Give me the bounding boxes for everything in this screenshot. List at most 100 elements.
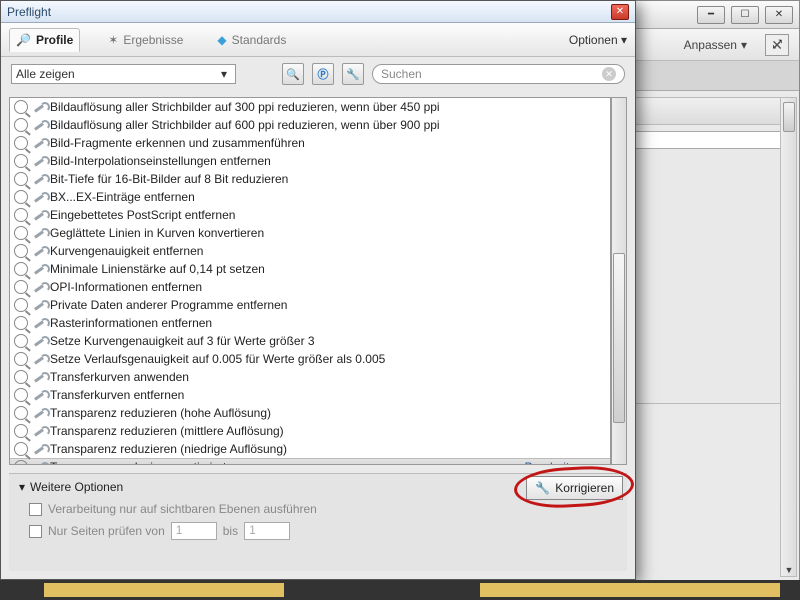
options-menu[interactable]: Optionen ▾ bbox=[569, 33, 627, 47]
visible-layers-label: Verarbeitung nur auf sichtbaren Ebenen a… bbox=[48, 502, 317, 516]
checkbox-page-range[interactable] bbox=[29, 525, 42, 538]
list-item-label: Transparenz reduzieren (niedrige Auflösu… bbox=[50, 442, 287, 456]
list-item[interactable]: Transferkurven entfernen bbox=[10, 386, 610, 404]
chevron-down-icon[interactable]: ▾ bbox=[597, 460, 606, 465]
results-icon: ✶ bbox=[108, 33, 118, 47]
list-item[interactable]: Minimale Linienstärke auf 0,14 pt setzen bbox=[10, 260, 610, 278]
magnifier-icon bbox=[14, 172, 28, 186]
chevron-down-icon: ▾ bbox=[621, 33, 627, 47]
close-button[interactable]: ✕ bbox=[765, 6, 793, 24]
list-item-label: Geglättete Linien in Kurven konvertieren bbox=[50, 226, 264, 240]
list-item[interactable]: Transparenz reduzieren (hohe Auflösung) bbox=[10, 404, 610, 422]
list-item[interactable]: Geglättete Linien in Kurven konvertieren bbox=[10, 224, 610, 242]
list-item[interactable]: Transferkurven anwenden bbox=[10, 368, 610, 386]
tab-profile[interactable]: 🔎Profile bbox=[9, 28, 80, 52]
customize-label: Anpassen bbox=[684, 38, 737, 52]
wrench-icon bbox=[32, 352, 46, 366]
search-input[interactable]: Suchen ✕ bbox=[372, 64, 625, 84]
magnifier-icon bbox=[14, 208, 28, 222]
magnifier-icon bbox=[14, 226, 28, 240]
customize-menu[interactable]: Anpassen ▾ bbox=[674, 35, 757, 55]
korrigieren-button[interactable]: 🔧 Korrigieren bbox=[526, 476, 623, 500]
magnifier-icon bbox=[14, 442, 28, 456]
list-item[interactable]: Bildauflösung aller Strichbilder auf 300… bbox=[10, 98, 610, 116]
tab-profile-label: Profile bbox=[36, 33, 73, 47]
wrench-icon: 🔧 bbox=[535, 481, 550, 495]
wrench-icon bbox=[32, 298, 46, 312]
list-scrollbar[interactable] bbox=[611, 97, 627, 465]
panel-close-icon[interactable]: ✕ bbox=[761, 33, 793, 58]
list-item-label: Kurvengenauigkeit entfernen bbox=[50, 244, 203, 258]
show-filter-dropdown[interactable]: Alle zeigen ▾ bbox=[11, 64, 236, 84]
magnifier-icon bbox=[14, 136, 28, 150]
list-item-label: Transferkurven anwenden bbox=[50, 370, 189, 384]
clear-search-icon[interactable]: ✕ bbox=[602, 67, 616, 81]
toolbar-btn-1[interactable]: 🔍 bbox=[282, 63, 304, 85]
preflight-dialog: Preflight ✕ 🔎Profile ✶Ergebnisse ◆Standa… bbox=[0, 0, 636, 580]
minimize-button[interactable]: ━ bbox=[697, 6, 725, 24]
page-range-option[interactable]: Nur Seiten prüfen von 1 bis 1 bbox=[29, 522, 617, 540]
checkbox-visible-layers[interactable] bbox=[29, 503, 42, 516]
dialog-close-button[interactable]: ✕ bbox=[611, 4, 629, 20]
list-item-label: BX...EX-Einträge entfernen bbox=[50, 190, 195, 204]
list-item[interactable]: Bit-Tiefe für 16-Bit-Bilder auf 8 Bit re… bbox=[10, 170, 610, 188]
scroll-thumb[interactable] bbox=[613, 253, 625, 423]
list-item[interactable]: Transparenz reduzieren (niedrige Auflösu… bbox=[10, 440, 610, 458]
bg-scroll-thumb[interactable] bbox=[783, 102, 795, 132]
page-from-input[interactable]: 1 bbox=[171, 522, 217, 540]
list-item-selected[interactable]: Transparenz reduzieren optimiertBearbeit… bbox=[10, 458, 610, 465]
list-item[interactable]: Setze Verlaufsgenauigkeit auf 0.005 für … bbox=[10, 350, 610, 368]
magnifier-icon bbox=[14, 370, 28, 384]
magnifier-icon bbox=[14, 388, 28, 402]
list-item[interactable]: Eingebettetes PostScript entfernen bbox=[10, 206, 610, 224]
bg-scrollbar[interactable]: ▲ ▼ bbox=[780, 97, 797, 577]
magnifier-icon bbox=[14, 100, 28, 114]
weitere-optionen-label: Weitere Optionen bbox=[30, 480, 123, 494]
wrench-icon bbox=[32, 118, 46, 132]
list-item-label: Setze Kurvengenauigkeit auf 3 für Werte … bbox=[50, 334, 315, 348]
korrigieren-label: Korrigieren bbox=[555, 481, 614, 495]
wrench-icon bbox=[32, 388, 46, 402]
tab-standards-label: Standards bbox=[232, 33, 287, 47]
list-item[interactable]: Private Daten anderer Programme entferne… bbox=[10, 296, 610, 314]
toolbar-btn-3[interactable]: 🔧 bbox=[342, 63, 364, 85]
list-item-label: Setze Verlaufsgenauigkeit auf 0.005 für … bbox=[50, 352, 385, 366]
chevron-down-icon: ▾ bbox=[19, 480, 25, 494]
list-item[interactable]: BX...EX-Einträge entfernen bbox=[10, 188, 610, 206]
maximize-button[interactable]: ☐ bbox=[731, 6, 759, 24]
wrench-icon bbox=[32, 460, 46, 465]
list-item-label: Transparenz reduzieren (hohe Auflösung) bbox=[50, 406, 271, 420]
list-item[interactable]: Bild-Interpolationseinstellungen entfern… bbox=[10, 152, 610, 170]
list-item[interactable]: Kurvengenauigkeit entfernen bbox=[10, 242, 610, 260]
magnifier-icon bbox=[14, 118, 28, 132]
page-to-input[interactable]: 1 bbox=[244, 522, 290, 540]
wrench-icon bbox=[32, 154, 46, 168]
toolbar-btn-2[interactable]: Ⓟ bbox=[312, 63, 334, 85]
list-item[interactable]: Transparenz reduzieren (mittlere Auflösu… bbox=[10, 422, 610, 440]
edit-link[interactable]: Bearbeiten... bbox=[525, 460, 593, 465]
wrench-icon bbox=[32, 244, 46, 258]
tab-ergebnisse[interactable]: ✶Ergebnisse bbox=[102, 29, 189, 51]
magnifier-icon bbox=[14, 316, 28, 330]
list-item[interactable]: Rasterinformationen entfernen bbox=[10, 314, 610, 332]
magnifier-icon bbox=[14, 298, 28, 312]
list-item-label: Bild-Fragmente erkennen und zusammenführ… bbox=[50, 136, 305, 150]
bis-label: bis bbox=[223, 524, 238, 538]
list-item-label: Bild-Interpolationseinstellungen entfern… bbox=[50, 154, 271, 168]
page-range-label: Nur Seiten prüfen von bbox=[48, 524, 165, 538]
list-item-label: Minimale Linienstärke auf 0,14 pt setzen bbox=[50, 262, 265, 276]
wrench-icon bbox=[32, 334, 46, 348]
wrench-icon bbox=[32, 226, 46, 240]
wrench-icon bbox=[32, 190, 46, 204]
magnifier-icon bbox=[14, 424, 28, 438]
scroll-down-icon[interactable]: ▼ bbox=[783, 563, 795, 577]
chevron-down-icon: ▾ bbox=[217, 67, 231, 81]
list-item[interactable]: Bild-Fragmente erkennen und zusammenführ… bbox=[10, 134, 610, 152]
list-item[interactable]: Setze Kurvengenauigkeit auf 3 für Werte … bbox=[10, 332, 610, 350]
wrench-icon bbox=[32, 442, 46, 456]
list-item[interactable]: OPI-Informationen entfernen bbox=[10, 278, 610, 296]
list-item[interactable]: Bildauflösung aller Strichbilder auf 600… bbox=[10, 116, 610, 134]
visible-layers-option[interactable]: Verarbeitung nur auf sichtbaren Ebenen a… bbox=[29, 502, 617, 516]
list-item-label: Bildauflösung aller Strichbilder auf 600… bbox=[50, 118, 440, 132]
tab-standards[interactable]: ◆Standards bbox=[211, 29, 292, 51]
